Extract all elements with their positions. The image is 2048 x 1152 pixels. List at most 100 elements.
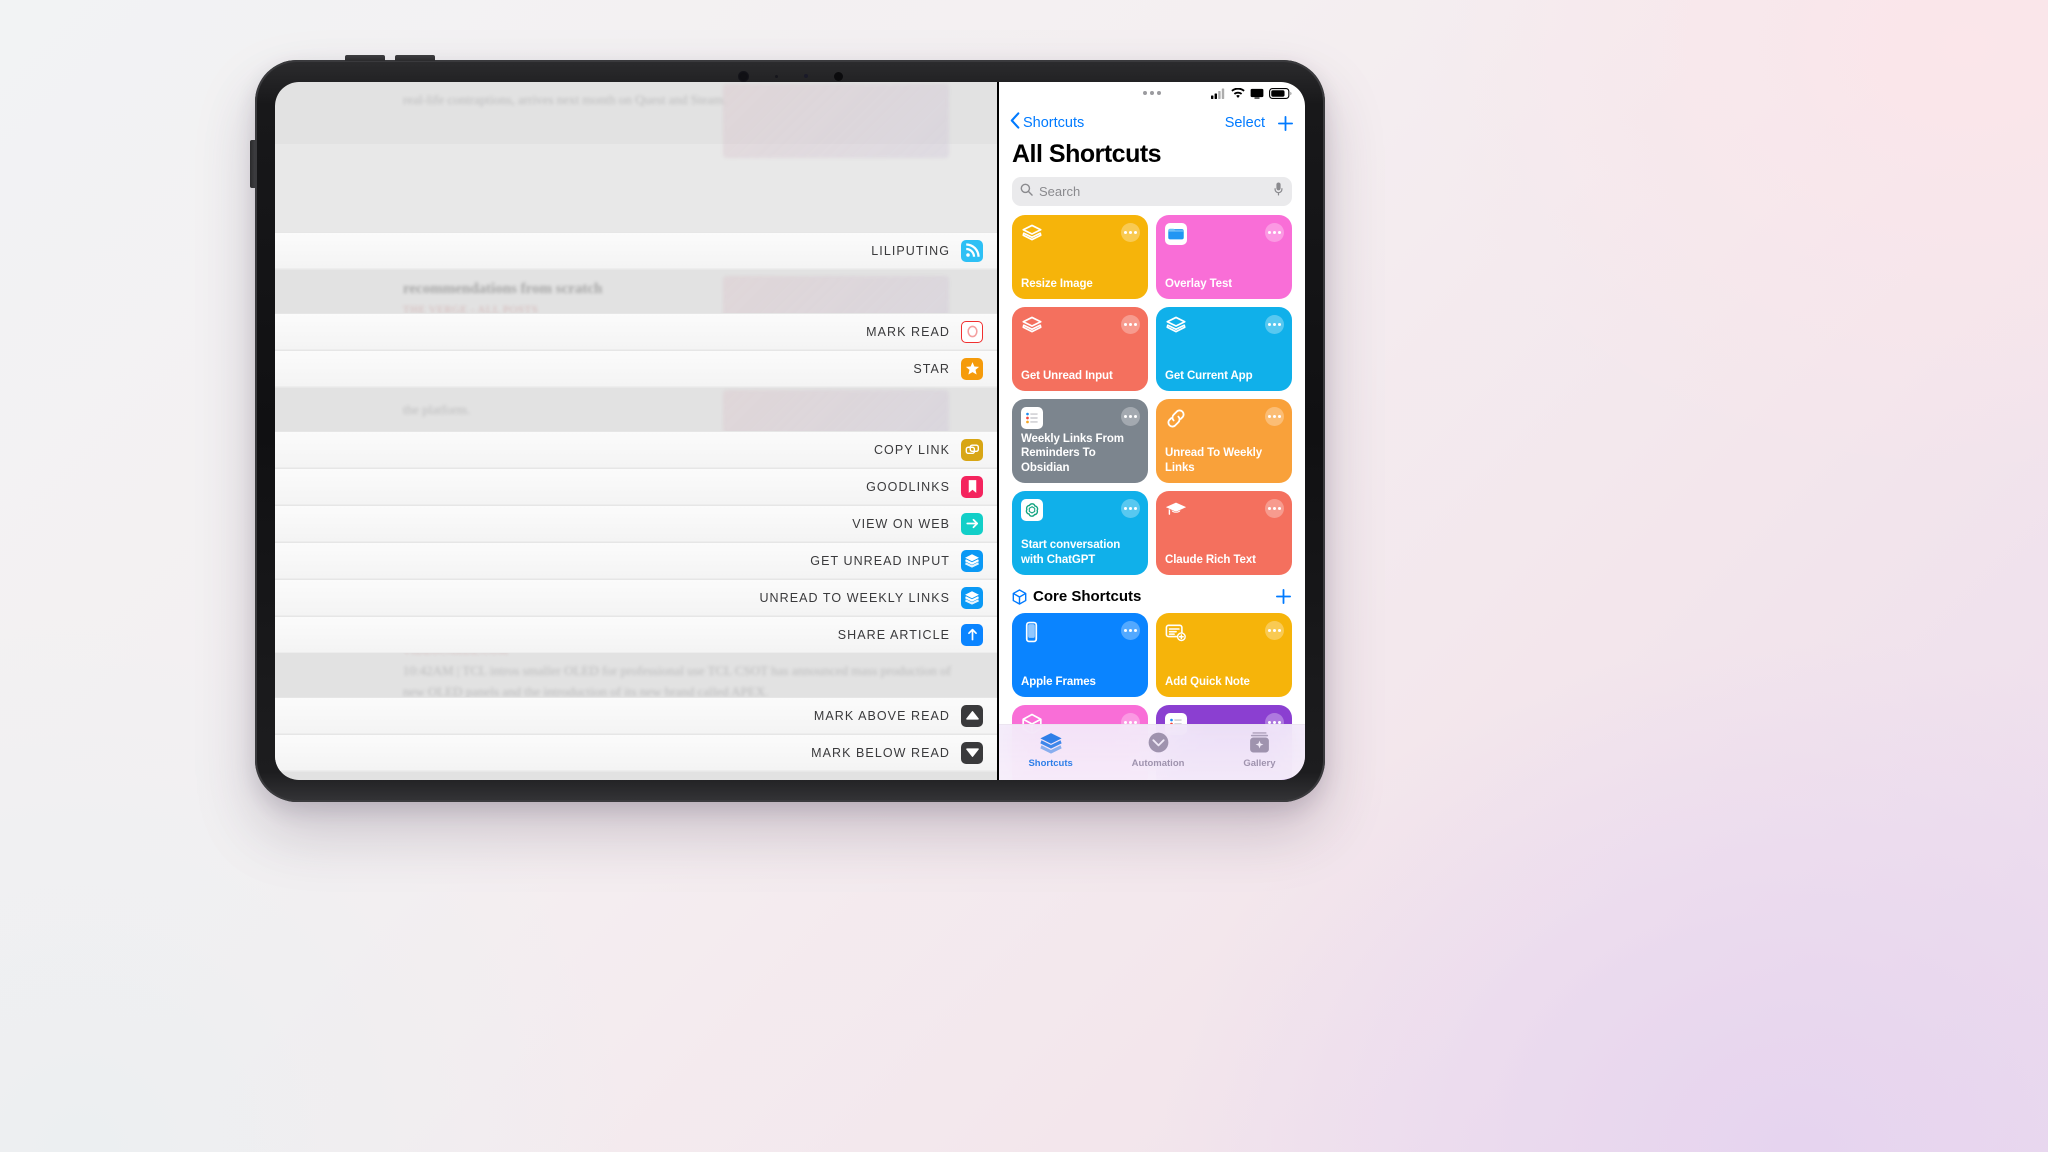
action-row[interactable]: VIEW ON WEB: [275, 505, 997, 542]
status-icons: [1211, 86, 1292, 104]
note-add-icon: [1165, 621, 1187, 643]
tab-gallery-label: Gallery: [1243, 758, 1276, 769]
shortcut-tile-label: Add Quick Note: [1165, 675, 1250, 688]
bg-article-2: the platform.: [275, 386, 997, 434]
action-row[interactable]: COPY LINK: [275, 431, 997, 468]
shortcut-tile-label: Claude Rich Text: [1165, 553, 1256, 566]
shortcut-tile-label: Start conversation with ChatGPT: [1021, 539, 1121, 566]
bg-article-0: real-life contraptions, arrives next mon…: [275, 82, 997, 158]
add-shortcut-button[interactable]: [1277, 115, 1294, 132]
copy-link-icon: [961, 438, 983, 461]
link-icon: [1165, 407, 1187, 429]
core-shortcuts-header: Core Shortcuts: [1012, 575, 1292, 613]
shortcut-tile[interactable]: Resize Image: [1012, 215, 1148, 299]
page-title: All Shortcuts: [1012, 140, 1162, 168]
article-thumbnail: [723, 84, 949, 158]
tile-more-button[interactable]: [1265, 223, 1284, 242]
ambient-sensor-icon: [774, 74, 778, 78]
back-button[interactable]: Shortcuts: [1010, 112, 1084, 134]
device-screen: real-life contraptions, arrives next mon…: [275, 82, 1305, 780]
action-row[interactable]: MARK BELOW READ: [275, 734, 997, 771]
all-shortcuts-grid: Resize Image Overlay Test Get Unread Input…: [1012, 215, 1292, 575]
action-row-label: LILIPUTING: [871, 243, 950, 258]
shortcut-tile[interactable]: Weekly Links From Reminders To Obsidian: [1012, 399, 1148, 483]
action-row[interactable]: SHARE ARTICLE: [275, 616, 997, 653]
proximity-sensor-icon: [833, 71, 843, 81]
back-button-label: Shortcuts: [1023, 115, 1085, 131]
shortcut-tile[interactable]: Overlay Test: [1156, 215, 1292, 299]
search-input[interactable]: [1039, 184, 1267, 199]
shortcuts-icon: [961, 586, 983, 609]
goodlinks-icon: [961, 475, 983, 498]
shortcut-tile[interactable]: Start conversation with ChatGPT: [1012, 491, 1148, 575]
action-row-label: GOODLINKS: [866, 479, 950, 494]
action-row[interactable]: GET UNREAD INPUT: [275, 542, 997, 579]
action-row[interactable]: STAR: [275, 350, 997, 387]
action-row-label: MARK ABOVE READ: [813, 708, 950, 723]
action-row[interactable]: MARK READ: [275, 313, 997, 350]
tab-gallery[interactable]: Gallery: [1243, 730, 1276, 769]
tile-more-button[interactable]: [1121, 223, 1140, 242]
shortcut-tile[interactable]: Add Quick Note: [1156, 613, 1292, 697]
tile-more-button[interactable]: [1121, 315, 1140, 334]
triangle-down-icon: [961, 741, 983, 764]
tab-automation-label: Automation: [1131, 758, 1185, 769]
multitasking-grabber-icon[interactable]: [1143, 91, 1161, 95]
share-up-icon: [961, 623, 983, 646]
action-row-label: UNREAD TO WEEKLY LINKS: [759, 590, 950, 605]
tab-shortcuts[interactable]: Shortcuts: [1028, 730, 1073, 769]
shortcut-tile-label: Weekly Links From Reminders To Obsidian: [1021, 432, 1124, 474]
shortcuts-layers-icon: [1165, 315, 1187, 337]
action-row-label: MARK BELOW READ: [811, 745, 950, 760]
tile-more-button[interactable]: [1121, 407, 1140, 426]
front-sensor-array: [690, 69, 890, 83]
shortcut-tile[interactable]: Unread To Weekly Links: [1156, 399, 1292, 483]
shortcut-tile-label: Resize Image: [1021, 277, 1093, 290]
shortcut-tile-label: Get Current App: [1165, 369, 1253, 382]
tile-more-button[interactable]: [1121, 499, 1140, 518]
core-shortcuts-title: Core Shortcuts: [1033, 588, 1142, 605]
action-row[interactable]: GOODLINKS: [275, 468, 997, 505]
indicator-led-icon: [803, 74, 808, 78]
tab-shortcuts-label: Shortcuts: [1028, 758, 1073, 769]
triangle-up-icon: [961, 704, 983, 727]
article-thumbnail: [723, 390, 949, 434]
action-row[interactable]: UNREAD TO WEEKLY LINKS: [275, 579, 997, 616]
volume-down-button[interactable]: [395, 55, 435, 61]
shortcuts-scroll-area[interactable]: Resize Image Overlay Test Get Unread Input…: [999, 215, 1305, 780]
navigation-bar: Shortcuts Select: [999, 108, 1305, 138]
power-button[interactable]: [250, 140, 255, 188]
ipad-device: real-life contraptions, arrives next mon…: [250, 55, 1325, 802]
shortcut-tile[interactable]: Get Current App: [1156, 307, 1292, 391]
rss-icon: [961, 239, 983, 262]
screen-mirroring-icon: [1250, 86, 1264, 104]
shortcut-tile[interactable]: Get Unread Input: [1012, 307, 1148, 391]
shortcuts-app-pane: Shortcuts Select All Shortcuts Search Re…: [997, 82, 1305, 780]
tile-more-button[interactable]: [1265, 499, 1284, 518]
reminders-icon: [1021, 407, 1043, 429]
tile-more-button[interactable]: [1121, 621, 1140, 640]
microphone-icon[interactable]: [1273, 182, 1284, 201]
select-button[interactable]: Select: [1225, 115, 1265, 131]
shortcut-tile[interactable]: Claude Rich Text: [1156, 491, 1292, 575]
tile-more-button[interactable]: [1265, 407, 1284, 426]
action-row[interactable]: MARK ABOVE READ: [275, 697, 997, 734]
tile-more-button[interactable]: [1265, 621, 1284, 640]
shortcut-tile[interactable]: Apple Frames: [1012, 613, 1148, 697]
action-row-label: SHARE ARTICLE: [837, 627, 950, 642]
search-bar[interactable]: [1012, 177, 1292, 206]
volume-up-button[interactable]: [345, 55, 385, 61]
chevron-left-icon: [1010, 112, 1020, 134]
tab-bar: Shortcuts Automation Gallery: [999, 724, 1305, 780]
chatgpt-icon: [1021, 499, 1043, 521]
graduation-cap-icon: [1165, 499, 1187, 521]
arrow-right-icon: [961, 512, 983, 535]
tile-more-button[interactable]: [1265, 315, 1284, 334]
shortcut-tile-label: Get Unread Input: [1021, 369, 1113, 382]
add-core-shortcut-button[interactable]: [1275, 588, 1292, 605]
automation-clock-icon: [1146, 730, 1171, 755]
status-bar: [999, 82, 1305, 108]
tab-automation[interactable]: Automation: [1131, 730, 1185, 769]
gallery-sparkle-icon: [1247, 730, 1272, 755]
action-row[interactable]: LILIPUTING: [275, 232, 997, 269]
